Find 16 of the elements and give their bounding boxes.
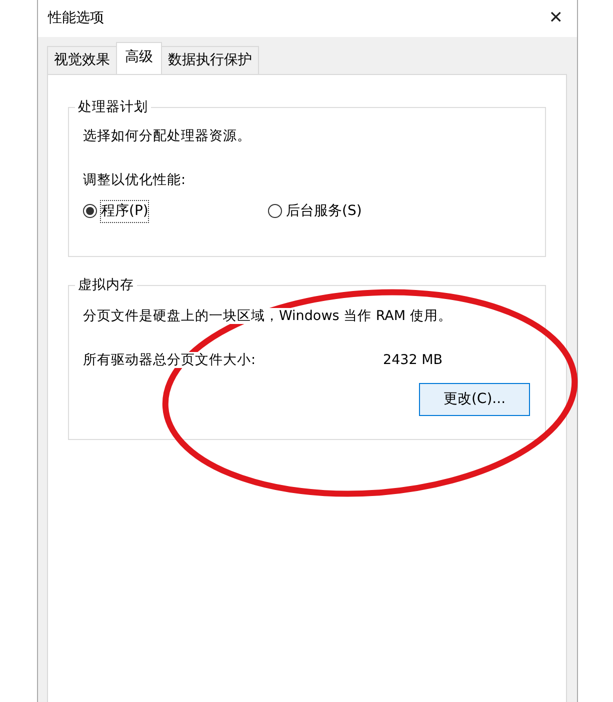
radio-label[interactable]: 后台服务(S) — [286, 200, 362, 222]
group-title: 虚拟内存 — [75, 276, 137, 294]
change-button[interactable]: 更改(C)... — [419, 382, 530, 416]
group-title: 处理器计划 — [75, 98, 151, 116]
adjust-label: 调整以优化性能: — [83, 171, 187, 190]
window-title: 性能选项 — [48, 9, 104, 28]
tab[interactable]: 数据执行保护 — [161, 46, 259, 74]
radio-label[interactable]: 程序(P) — [101, 200, 148, 222]
size-value: 2432 MB — [383, 351, 443, 370]
tab[interactable]: 高级 — [116, 42, 162, 74]
tab[interactable]: 视觉效果 — [47, 46, 117, 74]
radio-button[interactable] — [83, 204, 97, 218]
size-label: 所有驱动器总分页文件大小: — [83, 351, 257, 370]
radio-button[interactable] — [268, 204, 282, 218]
close-button[interactable]: ✕ — [544, 6, 567, 32]
description-text: 选择如何分配处理器资源。 — [83, 127, 252, 146]
